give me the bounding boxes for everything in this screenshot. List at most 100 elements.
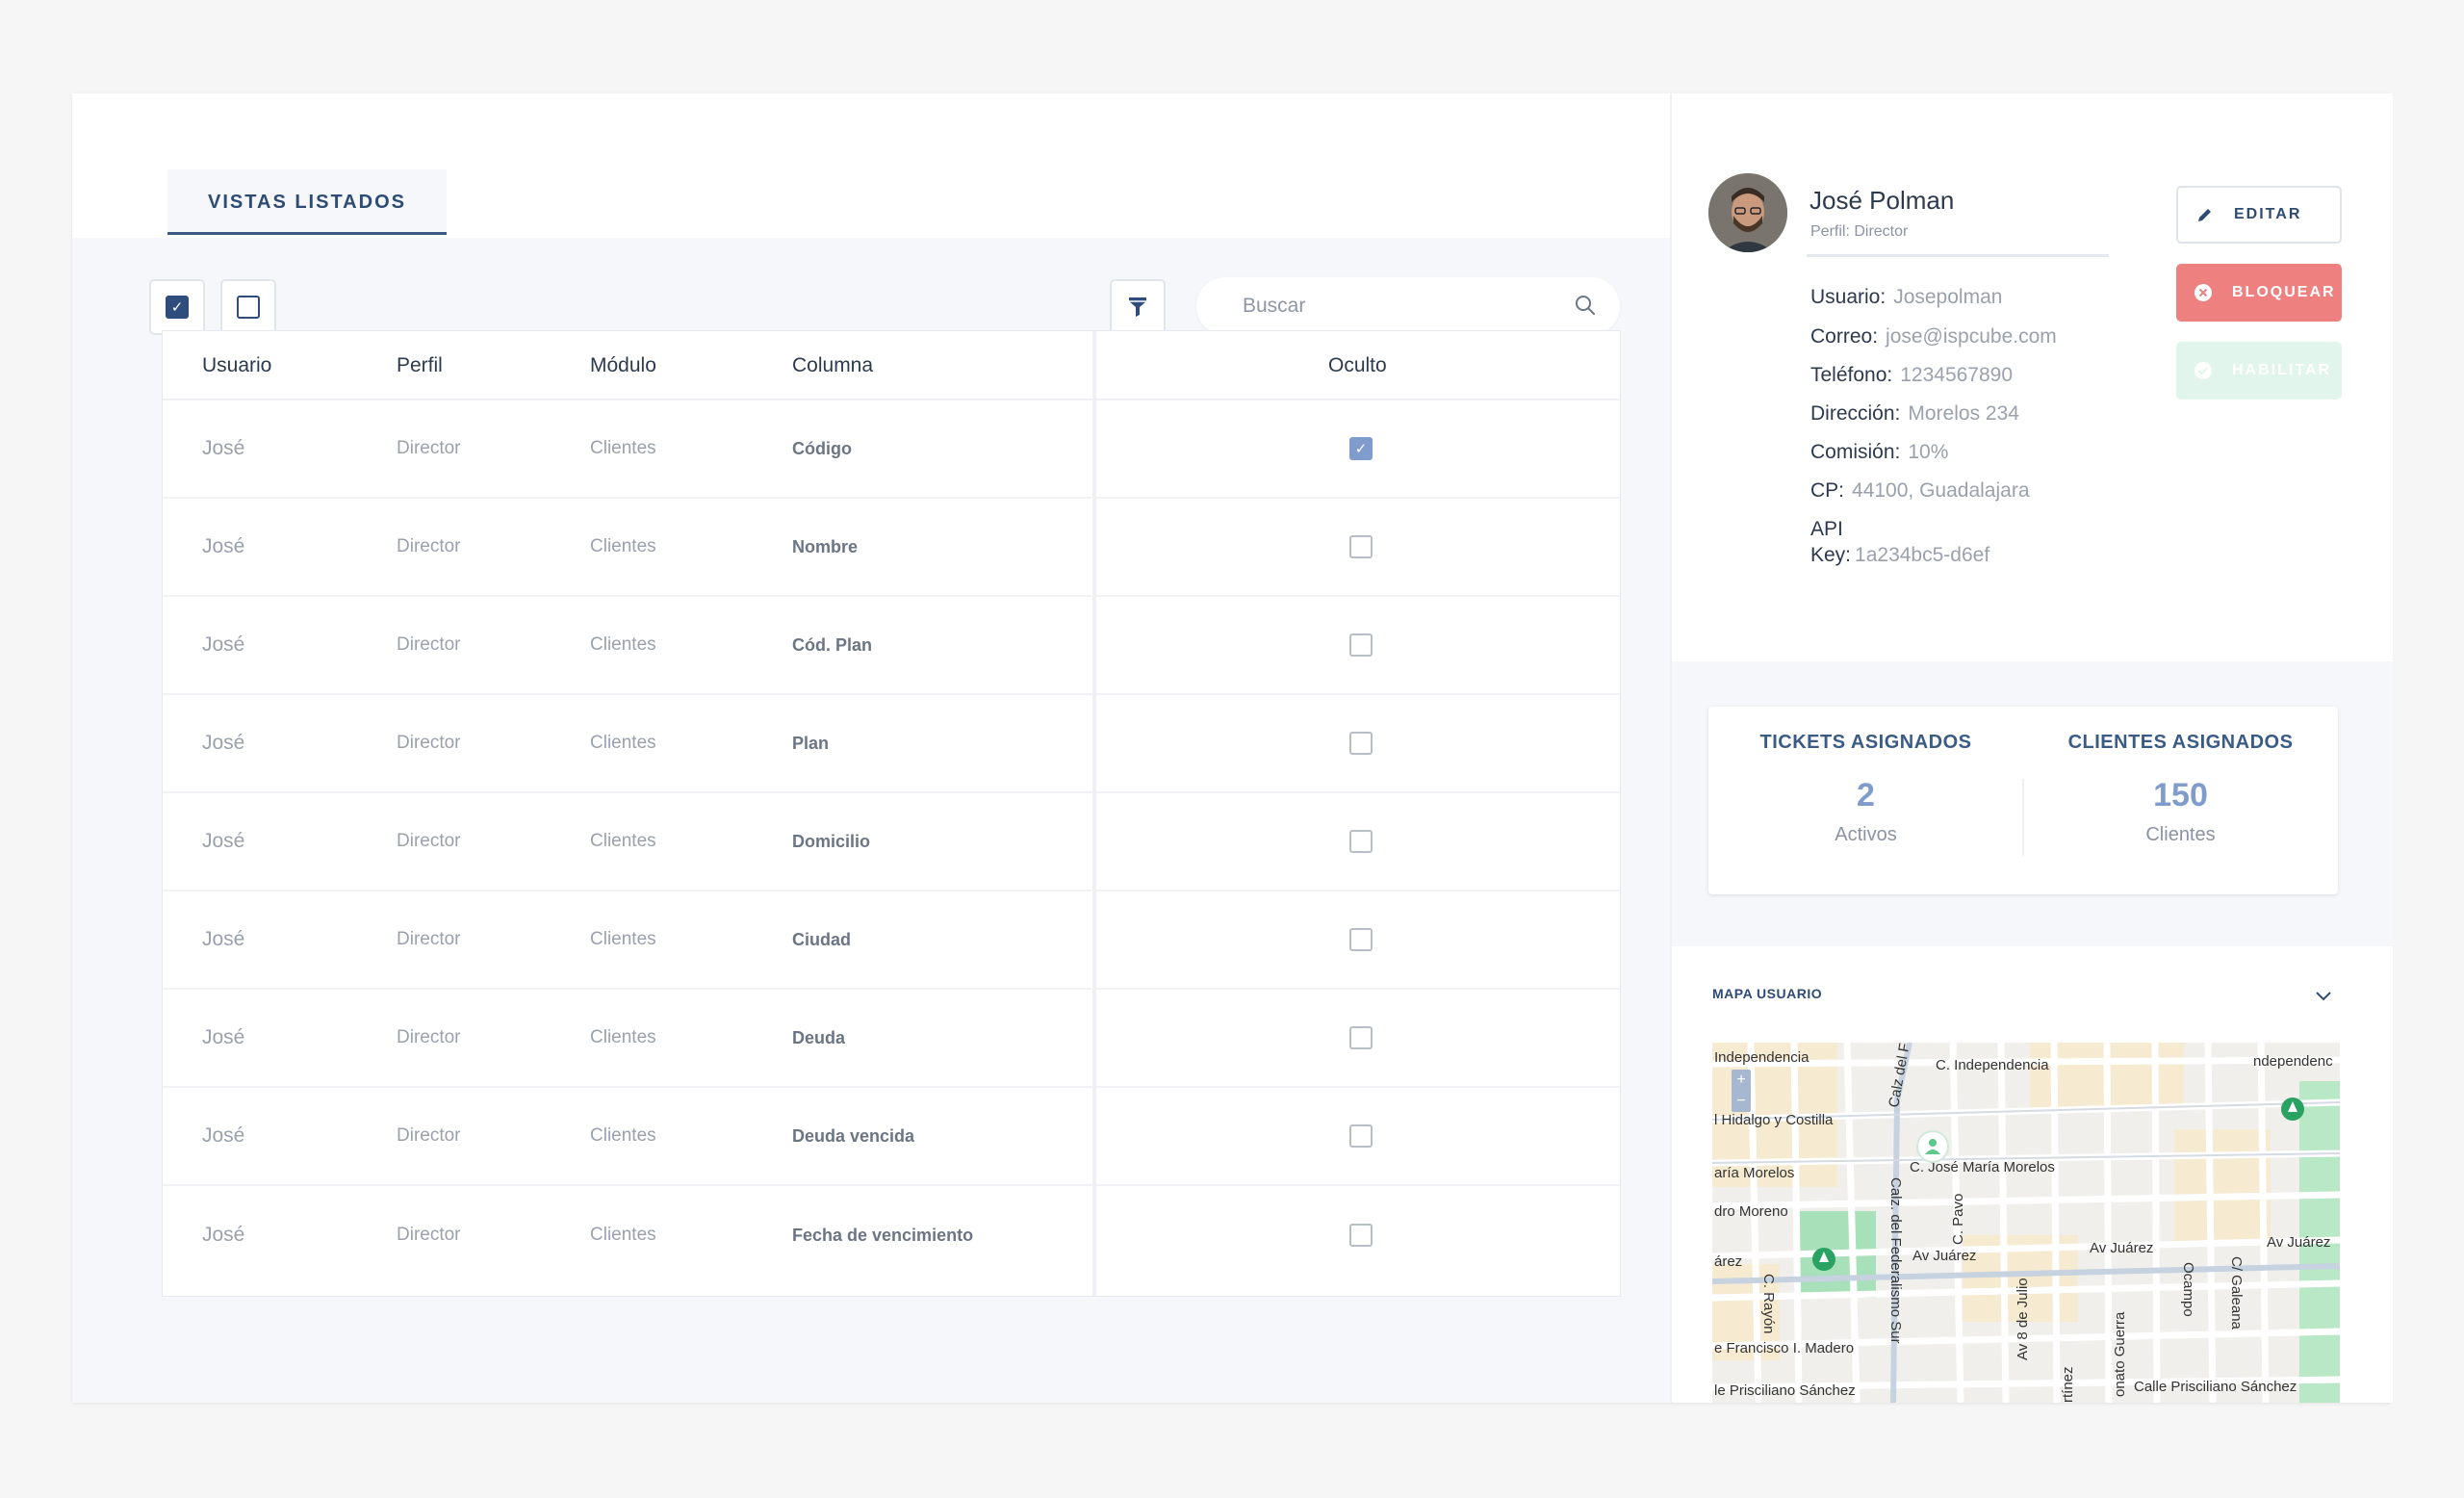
cell-modulo: Clientes [590, 1027, 656, 1047]
cell-perfil: Director [397, 1027, 461, 1047]
info-label: Correo: [1810, 325, 1879, 348]
filter-button[interactable] [1110, 279, 1166, 335]
map-label: árez [1714, 1253, 1742, 1270]
tab-vistas-listados[interactable]: VISTAS LISTADOS [167, 169, 447, 235]
header-oculto[interactable]: Oculto [1328, 331, 1387, 400]
funnel-icon [1129, 297, 1146, 317]
map-label: aría Morelos [1714, 1165, 1794, 1181]
table-row: José Director Clientes Ciudad [163, 891, 1620, 990]
map-label: C/ Galeana [2228, 1256, 2245, 1330]
hidden-checkbox[interactable] [1349, 830, 1373, 853]
edit-button[interactable]: EDITAR [2176, 186, 2342, 244]
header-modulo[interactable]: Módulo [590, 331, 656, 400]
list-workspace: ✓ Usuario [72, 238, 1670, 1403]
map-label: Av Juárez [2267, 1234, 2330, 1251]
table-row: José Director Clientes Código ✓ [163, 400, 1620, 499]
map-label: Av Juárez [1912, 1248, 1976, 1264]
map-label: Ocampo [2180, 1262, 2196, 1317]
user-name: José Polman [1810, 186, 1955, 215]
user-profile: José Polman Perfil: Director Usuario: Jos… [1672, 93, 2393, 661]
cell-oculto [1347, 793, 1375, 890]
info-value: jose@ispcube.com [1886, 325, 2057, 348]
cell-columna: Código [792, 438, 852, 458]
map-label: Av 8 de Julio [2015, 1278, 2031, 1360]
cell-perfil: Director [397, 438, 461, 458]
chevron-down-icon[interactable] [2313, 985, 2334, 1006]
cell-usuario: José [202, 1026, 245, 1048]
stats-section: TICKETS ASIGNADOS 2 Activos CLIENTES ASI… [1672, 661, 2393, 946]
checkbox-empty-icon [237, 296, 260, 319]
map-label: C. Pavo [1950, 1194, 1966, 1245]
cell-usuario: José [202, 437, 245, 459]
cell-columna: Fecha de vencimiento [792, 1225, 974, 1245]
zoom-in-button[interactable]: + [1732, 1070, 1751, 1091]
table-row: José Director Clientes Deuda [163, 990, 1620, 1088]
table-row: José Director Clientes Fecha de vencimiento [163, 1186, 1620, 1284]
hidden-checkbox[interactable] [1349, 1026, 1373, 1049]
info-direccion: Dirección: Morelos 234 [1810, 402, 2019, 426]
header-columna[interactable]: Columna [792, 331, 873, 400]
header-perfil[interactable]: Perfil [397, 331, 443, 400]
select-all-button[interactable]: ✓ [149, 279, 205, 335]
hidden-checkbox[interactable] [1349, 535, 1373, 558]
cell-modulo: Clientes [590, 929, 656, 949]
profile-divider [1807, 254, 2109, 257]
zoom-out-button[interactable]: − [1732, 1091, 1751, 1112]
hidden-checkbox[interactable] [1349, 732, 1373, 755]
enable-button[interactable]: HABILITAR [2176, 342, 2342, 400]
enable-button-label: HABILITAR [2232, 362, 2332, 378]
info-usuario: Usuario: Josepolman [1810, 286, 2002, 309]
cell-columna: Deuda [792, 1027, 846, 1047]
park-marker-icon [2281, 1098, 2304, 1121]
cell-perfil: Director [397, 831, 461, 851]
hidden-checkbox[interactable]: ✓ [1349, 437, 1373, 460]
table-row: José Director Clientes Deuda vencida [163, 1088, 1620, 1186]
info-value: Morelos 234 [1908, 402, 2019, 425]
cell-columna: Domicilio [792, 831, 871, 851]
table-row: José Director Clientes Domicilio [163, 793, 1620, 891]
search-box [1196, 277, 1620, 335]
cell-modulo: Clientes [590, 634, 656, 655]
clients-sub: Clientes [2145, 824, 2216, 845]
cell-usuario: José [202, 1124, 245, 1147]
info-label: Dirección: [1810, 402, 1901, 425]
avatar-photo [1708, 173, 1787, 252]
header-usuario[interactable]: Usuario [202, 331, 271, 400]
table-row: José Director Clientes Cód. Plan [163, 597, 1620, 695]
cell-perfil: Director [397, 929, 461, 949]
block-button-label: BLOQUEAR [2232, 284, 2336, 300]
stats-card: TICKETS ASIGNADOS 2 Activos CLIENTES ASI… [1708, 707, 2338, 894]
hidden-checkbox[interactable] [1349, 1124, 1373, 1148]
cell-usuario: José [202, 732, 245, 754]
hidden-checkbox[interactable] [1349, 928, 1373, 951]
checkbox-checked-icon: ✓ [166, 296, 189, 319]
cell-oculto [1347, 1088, 1375, 1184]
cell-modulo: Clientes [590, 831, 656, 851]
table-header: Usuario Perfil Módulo Columna Oculto [163, 331, 1620, 400]
cell-oculto [1347, 891, 1375, 988]
search-icon[interactable] [1574, 294, 1597, 317]
info-api: Key: 1a234bc5-d6ef [1810, 544, 1989, 567]
info-label: Usuario: [1810, 286, 1886, 308]
user-map[interactable]: Independencia C. Independencia ndependen… [1712, 1043, 2340, 1403]
block-button[interactable]: BLOQUEAR [2176, 264, 2342, 322]
close-circle-icon [2194, 283, 2213, 302]
check-circle-icon [2194, 361, 2213, 380]
cell-modulo: Clientes [590, 536, 656, 556]
map-zoom-control[interactable]: + − [1732, 1070, 1751, 1112]
map-label: Independencia [1714, 1049, 1810, 1066]
cell-usuario: José [202, 535, 245, 557]
tab-bar: VISTAS LISTADOS [72, 93, 1670, 238]
search-input[interactable] [1243, 277, 1570, 335]
list-views-panel: VISTAS LISTADOS ✓ Buscar Usuario Perfil … [72, 93, 1670, 1403]
cell-perfil: Director [397, 733, 461, 753]
info-label: CP: [1810, 479, 1845, 502]
select-none-button[interactable] [220, 279, 276, 335]
info-value: 1234567890 [1900, 364, 2014, 386]
info-telefono: Teléfono: 1234567890 [1810, 364, 2013, 387]
hidden-checkbox[interactable] [1349, 1224, 1373, 1247]
hidden-checkbox[interactable] [1349, 633, 1373, 657]
user-location-icon [1916, 1130, 1949, 1163]
table-row: José Director Clientes Plan [163, 695, 1620, 793]
map-label: ndependenc [2253, 1053, 2333, 1070]
